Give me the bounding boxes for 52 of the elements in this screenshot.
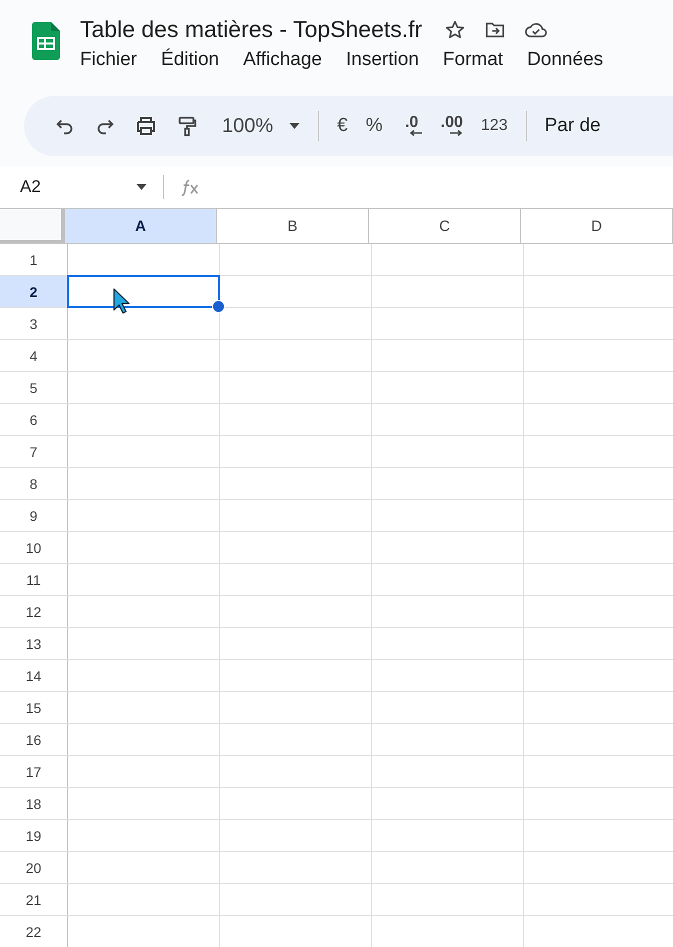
menu-item[interactable]: Données — [527, 49, 604, 71]
column-header[interactable]: B — [217, 209, 369, 243]
mouse-pointer-icon — [113, 288, 131, 314]
row-header[interactable]: 20 — [0, 852, 68, 883]
row-header[interactable]: 16 — [0, 724, 68, 755]
menu-item[interactable]: Format — [442, 49, 504, 71]
row-header[interactable]: 19 — [0, 820, 68, 851]
active-cell[interactable] — [67, 275, 220, 308]
decrease-decimals-button[interactable]: .0 — [400, 116, 423, 136]
row-header[interactable]: 11 — [0, 564, 68, 595]
row-header[interactable]: 4 — [0, 340, 68, 371]
row-header[interactable]: 21 — [0, 884, 68, 915]
menu-item[interactable]: Fichier — [80, 49, 138, 71]
menu-item[interactable]: Affichage — [243, 49, 322, 71]
increase-decimals-button[interactable]: .00 — [440, 116, 463, 136]
caret-icon[interactable] — [136, 184, 147, 190]
row-header[interactable]: 10 — [0, 532, 68, 563]
row-header[interactable]: 9 — [0, 500, 68, 531]
print-icon[interactable] — [134, 114, 158, 138]
right-arrow-icon — [448, 130, 463, 136]
row-header[interactable]: 12 — [0, 596, 68, 627]
row-header[interactable]: 7 — [0, 436, 68, 467]
row-header[interactable]: 1 — [0, 244, 68, 275]
row-header[interactable]: 5 — [0, 372, 68, 403]
column-header[interactable]: C — [369, 209, 521, 243]
fill-handle[interactable] — [212, 300, 225, 313]
currency-button[interactable]: € — [337, 115, 348, 137]
row-header[interactable]: 22 — [0, 916, 68, 947]
row-header[interactable]: 15 — [0, 692, 68, 723]
row-header[interactable]: 2 — [0, 276, 68, 307]
row-header[interactable]: 18 — [0, 788, 68, 819]
left-arrow-icon — [408, 130, 423, 136]
row-header[interactable]: 14 — [0, 660, 68, 691]
zoom-dropdown[interactable]: 100% — [222, 114, 300, 138]
column-header[interactable]: A — [65, 209, 217, 243]
sheets-logo-icon[interactable] — [32, 22, 60, 60]
row-header[interactable]: 3 — [0, 308, 68, 339]
column-header[interactable]: D — [521, 209, 673, 243]
document-title[interactable]: Table des matières - TopSheets.fr — [80, 16, 422, 43]
menu-item[interactable]: Insertion — [346, 49, 419, 71]
row-header[interactable]: 17 — [0, 756, 68, 787]
row-header[interactable]: 13 — [0, 628, 68, 659]
number-format-button[interactable]: 123 — [480, 117, 508, 135]
row-header[interactable]: 6 — [0, 404, 68, 435]
name-box[interactable]: A2 — [20, 177, 124, 197]
row-header[interactable]: 8 — [0, 468, 68, 499]
menu-item[interactable]: Édition — [161, 49, 220, 71]
caret-icon — [289, 123, 300, 129]
percent-button[interactable]: % — [366, 115, 383, 137]
font-dropdown[interactable]: Par de — [544, 115, 601, 137]
paint-format-icon[interactable] — [176, 114, 198, 138]
star-icon[interactable] — [444, 18, 466, 40]
